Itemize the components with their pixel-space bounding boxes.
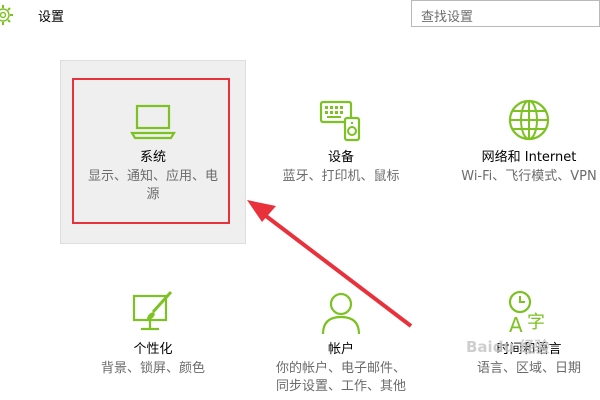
watermark: Baidu 经验 <box>466 338 550 356</box>
